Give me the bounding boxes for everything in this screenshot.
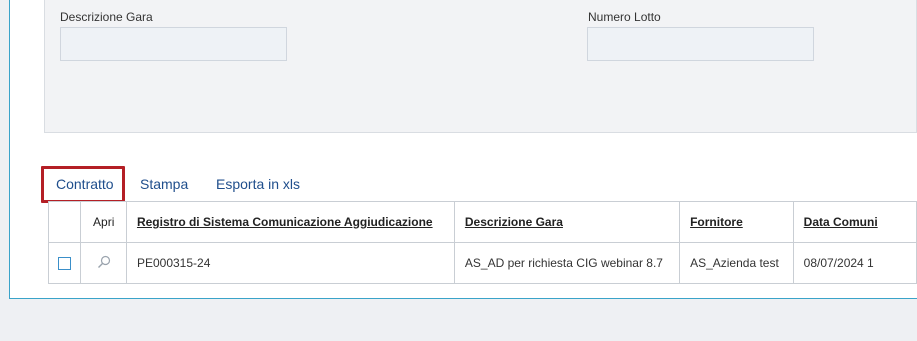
row-checkbox[interactable] [58,257,72,271]
stampa-button[interactable]: Stampa [140,176,188,192]
select-column-header [47,201,82,243]
search-icon[interactable] [97,255,111,272]
apri-column-header: Apri [80,201,127,243]
fornitore-column-header[interactable]: Fornitore [679,201,794,243]
table-row: PE000315-24 AS_AD per richiesta CIG webi… [47,242,917,284]
results-table: Apri Registro di Sistema Comunicazione A… [47,201,917,284]
filter-section: Descrizione Gara Numero Lotto [44,0,917,133]
registro-cell: PE000315-24 [125,242,455,284]
descrizione-column-header[interactable]: Descrizione Gara [453,201,681,243]
descrizione-gara-label: Descrizione Gara [60,10,153,24]
registro-column-header[interactable]: Registro di Sistema Comunicazione Aggiud… [125,201,455,243]
descrizione-cell: AS_AD per richiesta CIG webinar 8.7 [453,242,681,284]
numero-lotto-input[interactable] [587,27,814,61]
data-column-header[interactable]: Data Comuni [792,201,917,243]
descrizione-gara-input[interactable] [60,27,287,61]
contratto-highlight [41,166,125,203]
numero-lotto-label: Numero Lotto [588,10,661,24]
data-cell: 08/07/2024 1 [792,242,917,284]
apri-cell [80,242,127,284]
fornitore-cell: AS_Azienda test [679,242,794,284]
table-header-row: Apri Registro di Sistema Comunicazione A… [47,201,917,243]
esporta-xls-button[interactable]: Esporta in xls [216,176,300,192]
row-select-cell [47,242,82,284]
